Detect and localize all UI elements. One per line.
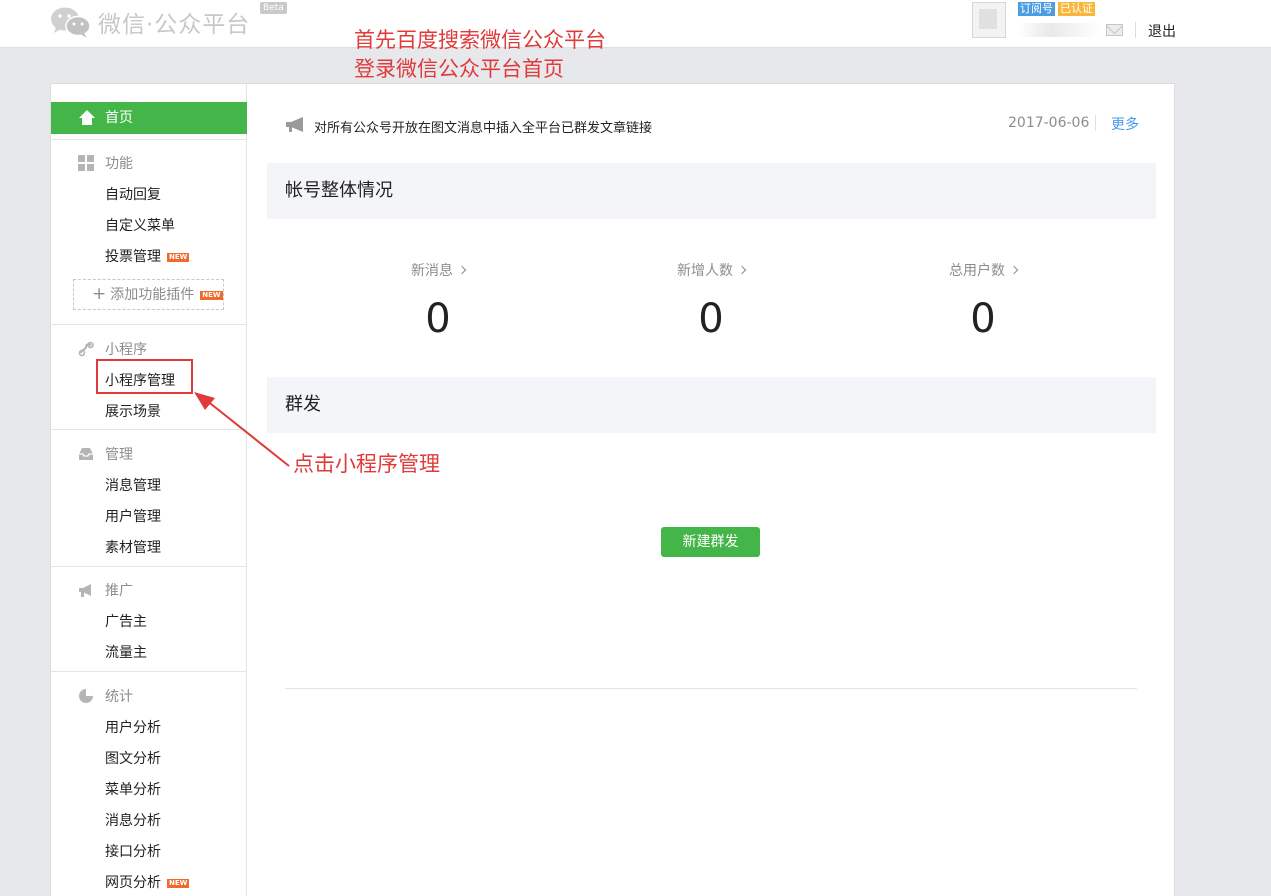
new-broadcast-button[interactable]: 新建群发 (661, 527, 760, 557)
notice-date: 2017-06-06 (1008, 115, 1090, 131)
broadcast-section-title: 群发 (267, 377, 1156, 433)
sidebar-item-home[interactable]: 首页 (51, 102, 247, 134)
new-badge: NEW (167, 879, 190, 888)
annotation-line-2: 登录微信公众平台首页 (354, 57, 564, 81)
divider (51, 566, 247, 567)
account-area: 订阅号 已认证 退出 (972, 2, 1267, 42)
group-label: 推广 (105, 583, 133, 599)
account-name-blurred[interactable] (1018, 23, 1100, 37)
new-badge: NEW (200, 291, 223, 300)
sidebar-group-manage: 管理 (79, 444, 133, 464)
chevron-right-icon (737, 265, 747, 275)
stat-label-link[interactable]: 新增人数 (611, 260, 811, 280)
group-label: 管理 (105, 447, 133, 463)
divider (1095, 115, 1096, 131)
overview-section-title: 帐号整体情况 (267, 163, 1156, 219)
sidebar-item-custom-menu[interactable]: 自定义菜单 (105, 215, 175, 235)
logout-link[interactable]: 退出 (1148, 21, 1176, 41)
divider (51, 324, 247, 325)
megaphone-icon (78, 582, 94, 598)
sidebar-item-user-analysis[interactable]: 用户分析 (105, 717, 161, 737)
plus-icon: + (92, 284, 107, 304)
more-link[interactable]: 更多 (1111, 114, 1139, 134)
group-label: 统计 (105, 689, 133, 705)
divider (285, 688, 1137, 689)
sidebar-item-vote[interactable]: 投票管理 NEW (105, 246, 190, 266)
group-label: 小程序 (105, 342, 147, 358)
sidebar-item-materials[interactable]: 素材管理 (105, 537, 161, 557)
stat-value: 0 (698, 296, 724, 342)
verified-badge: 已认证 (1058, 2, 1095, 16)
sidebar-item-display-scenes[interactable]: 展示场景 (105, 401, 161, 421)
annotation-top: 首先百度搜索微信公众平台 登录微信公众平台首页 (354, 26, 606, 84)
chevron-right-icon (457, 265, 467, 275)
new-badge: NEW (167, 253, 190, 262)
top-bar: 微信·公众平台 Beta 订阅号 已认证 退出 (0, 0, 1271, 48)
sidebar-item-messages[interactable]: 消息管理 (105, 475, 161, 495)
mail-icon[interactable] (1106, 24, 1123, 36)
sidebar-group-miniprogram: 小程序 (78, 339, 147, 359)
add-plugin-button[interactable]: + 添加功能插件 NEW (73, 279, 224, 310)
stat-new-followers: 新增人数 0 (611, 260, 811, 342)
stat-new-messages: 新消息 0 (338, 260, 538, 342)
account-type-badge: 订阅号 (1018, 2, 1055, 16)
sidebar-item-message-analysis[interactable]: 消息分析 (105, 810, 161, 830)
sidebar-item-publisher[interactable]: 流量主 (105, 642, 147, 662)
stat-label: 总用户数 (949, 263, 1005, 279)
home-icon (79, 110, 95, 126)
annotation-line-1: 首先百度搜索微信公众平台 (354, 28, 606, 52)
sidebar-item-menu-analysis[interactable]: 菜单分析 (105, 779, 161, 799)
sidebar-group-stats: 统计 (79, 686, 133, 706)
logo-text: 微信·公众平台 (98, 12, 251, 38)
sidebar-group-features: 功能 (78, 153, 133, 173)
sidebar: 首页 功能 自动回复 自定义菜单 投票管理 NEW + 添加功能插件 NEW 小程序 … (51, 84, 247, 896)
sidebar-item-users[interactable]: 用户管理 (105, 506, 161, 526)
main-container: 首页 功能 自动回复 自定义菜单 投票管理 NEW + 添加功能插件 NEW 小程序 … (50, 83, 1175, 896)
wechat-logo-icon (50, 5, 92, 39)
sidebar-item-label: 网页分析 (105, 875, 161, 891)
divider (51, 671, 247, 672)
sidebar-group-promote: 推广 (79, 580, 133, 600)
miniprogram-icon (78, 341, 94, 357)
sidebar-item-auto-reply[interactable]: 自动回复 (105, 184, 161, 204)
sidebar-item-label: 投票管理 (105, 249, 161, 265)
inbox-icon (78, 446, 94, 462)
annotation-click-note: 点击小程序管理 (293, 452, 440, 476)
chevron-right-icon (1009, 265, 1019, 275)
sidebar-item-advertiser[interactable]: 广告主 (105, 611, 147, 631)
stat-value: 0 (970, 296, 996, 342)
group-label: 功能 (105, 156, 133, 172)
speaker-icon (285, 117, 305, 133)
avatar[interactable] (972, 2, 1006, 38)
divider (1135, 22, 1136, 38)
pie-chart-icon (78, 688, 94, 704)
notice-link[interactable]: 对所有公众号开放在图文消息中插入全平台已群发文章链接 (314, 117, 652, 136)
annotation-highlight-box (96, 359, 193, 394)
stat-total-users: 总用户数 0 (883, 260, 1083, 342)
sidebar-item-label: 首页 (105, 110, 133, 126)
stat-label: 新消息 (411, 263, 453, 279)
plugin-label: 添加功能插件 (110, 287, 195, 303)
sidebar-item-api-analysis[interactable]: 接口分析 (105, 841, 161, 861)
stat-label-link[interactable]: 总用户数 (883, 260, 1083, 280)
sidebar-item-article-analysis[interactable]: 图文分析 (105, 748, 161, 768)
stat-value: 0 (425, 296, 451, 342)
wechat-logo[interactable]: 微信·公众平台 (50, 4, 250, 40)
stat-label-link[interactable]: 新消息 (338, 260, 538, 280)
beta-badge: Beta (260, 2, 287, 14)
divider (51, 429, 247, 430)
grid-icon (78, 155, 94, 171)
divider (51, 139, 247, 140)
stat-label: 新增人数 (677, 263, 733, 279)
sidebar-item-web-analysis[interactable]: 网页分析 NEW (105, 872, 190, 892)
